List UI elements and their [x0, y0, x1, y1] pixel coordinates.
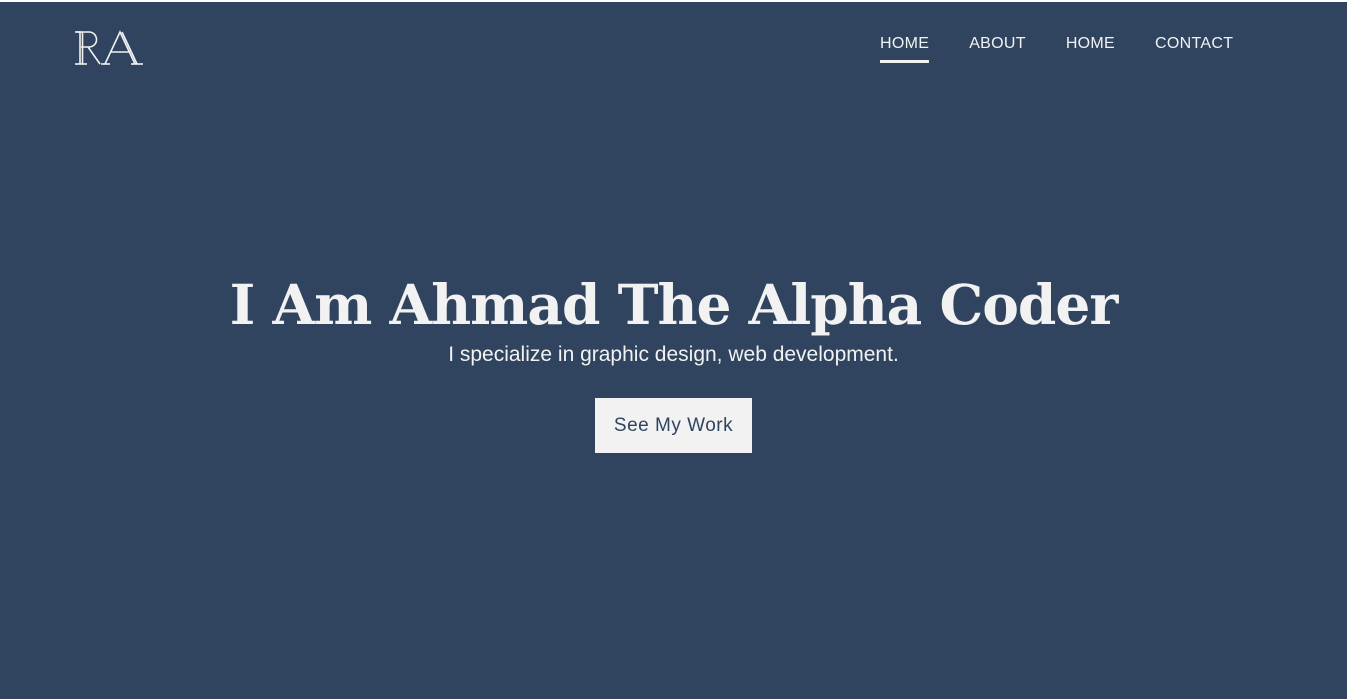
logo-monogram-icon — [75, 30, 143, 65]
nav-home[interactable]: HOME — [880, 35, 930, 63]
page-background: RA HOME ABOUT HOME CONTACT — [0, 2, 1347, 699]
nav-about[interactable]: ABOUT — [969, 35, 1026, 63]
hero-title: I Am Ahmad The Alpha Coder — [229, 272, 1119, 337]
main-nav: HOME ABOUT HOME CONTACT — [860, 35, 1253, 75]
hero-subtitle: I specialize in graphic design, web deve… — [448, 343, 899, 366]
nav-home-secondary[interactable]: HOME — [1066, 35, 1115, 63]
logo[interactable]: RA — [73, 28, 147, 68]
hero-section: I Am Ahmad The Alpha Coder I specialize … — [0, 270, 1347, 453]
nav-contact[interactable]: CONTACT — [1155, 35, 1233, 63]
see-my-work-button[interactable]: See My Work — [595, 398, 752, 453]
